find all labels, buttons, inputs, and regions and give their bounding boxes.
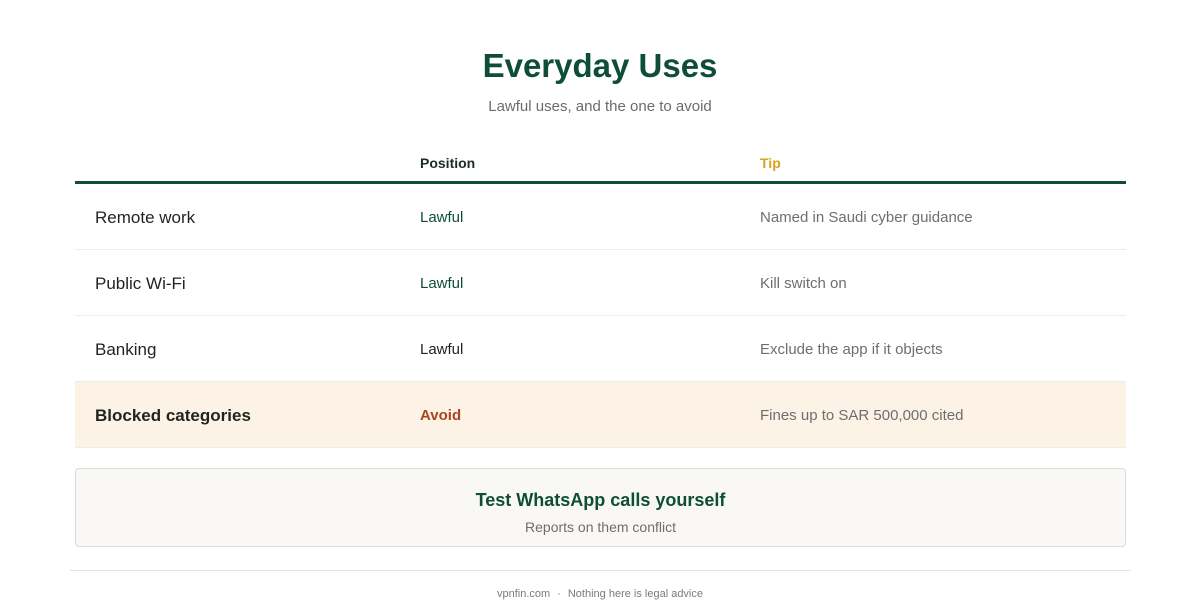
callout-subtitle: Reports on them conflict — [525, 519, 676, 535]
row-tip: Exclude the app if it objects — [760, 341, 943, 358]
row-position: Lawful — [420, 275, 464, 292]
row-tip: Fines up to SAR 500,000 cited — [760, 407, 964, 424]
column-header-position: Position — [420, 155, 476, 171]
uses-table: Position Tip Remote work Lawful Named in… — [75, 145, 1126, 448]
table-row-avoid: Blocked categories Avoid Fines up to SAR… — [75, 382, 1126, 448]
footer-separator: · — [557, 588, 561, 600]
table-row: Public Wi-Fi Lawful Kill switch on — [75, 250, 1126, 316]
page-title: Everyday Uses — [482, 47, 718, 84]
callout-box: Test WhatsApp calls yourself Reports on … — [75, 468, 1126, 547]
row-tip: Kill switch on — [760, 275, 847, 292]
row-position: Lawful — [420, 209, 464, 226]
page: Everyday Uses Lawful uses, and the one t… — [0, 0, 1200, 614]
page-subtitle: Lawful uses, and the one to avoid — [488, 98, 712, 115]
column-header-tip: Tip — [760, 155, 781, 171]
footer-divider — [70, 570, 1131, 571]
footer-site: vpnfin.com — [496, 588, 551, 600]
row-name: Banking — [95, 340, 157, 359]
footer-note: Nothing here is legal advice — [567, 588, 703, 600]
row-position: Lawful — [420, 341, 464, 358]
row-name: Remote work — [95, 208, 196, 227]
callout-title: Test WhatsApp calls yourself — [475, 490, 726, 510]
row-tip: Named in Saudi cyber guidance — [760, 209, 973, 226]
row-name: Blocked categories — [95, 406, 251, 425]
row-name: Public Wi-Fi — [95, 274, 186, 293]
table-row: Remote work Lawful Named in Saudi cyber … — [75, 184, 1126, 250]
table-header: Position Tip — [75, 145, 1126, 184]
row-position-avoid: Avoid — [420, 407, 462, 424]
table-row: Banking Lawful Exclude the app if it obj… — [75, 316, 1126, 382]
footer: vpnfin.com · Nothing here is legal advice — [0, 587, 1200, 601]
